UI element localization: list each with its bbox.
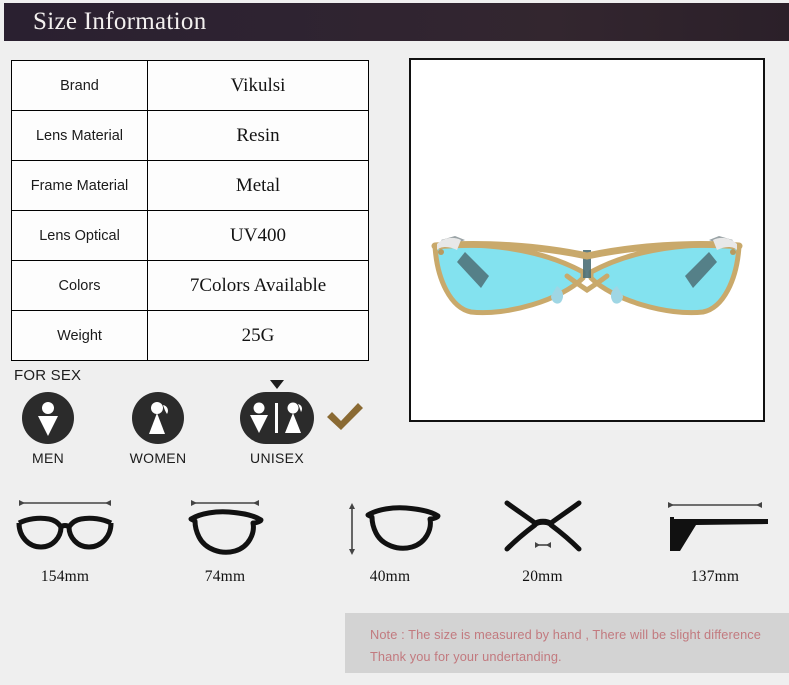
spec-value: Metal xyxy=(147,160,369,211)
measurement-item: 154mm xyxy=(10,490,120,586)
sex-option-label: MEN xyxy=(31,450,64,466)
measurement-label: 20mm xyxy=(522,568,563,585)
spec-key: Colors xyxy=(11,260,148,311)
table-row: Brand Vikulsi xyxy=(11,60,369,111)
measurement-item: 20mm xyxy=(490,490,595,586)
table-row: Lens Optical UV400 xyxy=(11,210,369,261)
measurement-label: 154mm xyxy=(40,568,90,585)
product-image-frame xyxy=(409,58,765,422)
down-triangle-icon xyxy=(270,380,284,389)
for-sex-label: FOR SEX xyxy=(14,367,82,384)
table-row: Colors 7Colors Available xyxy=(11,260,369,311)
bridge-width-icon xyxy=(490,490,595,562)
male-pictogram-icon xyxy=(22,392,74,444)
sunglasses-product-image xyxy=(411,60,763,420)
spec-value: Vikulsi xyxy=(147,60,369,111)
female-pictogram-icon xyxy=(132,392,184,444)
check-mark-icon xyxy=(323,400,367,439)
measurement-item: 137mm xyxy=(655,490,775,586)
spec-key: Weight xyxy=(11,310,148,361)
measurement-label: 137mm xyxy=(690,568,740,585)
note-line-1: Note : The size is measured by hand , Th… xyxy=(370,627,762,642)
measurement-label: 40mm xyxy=(369,568,411,585)
measurement-item: 40mm xyxy=(335,490,445,586)
note-line-2: Thank you for your undertanding. xyxy=(370,649,562,664)
spec-key: Lens Optical xyxy=(11,210,148,261)
spec-key: Brand xyxy=(11,60,148,111)
glasses-front-width-icon xyxy=(10,490,120,562)
header-bar: Size Information xyxy=(4,3,789,41)
table-row: Lens Material Resin xyxy=(11,110,369,161)
spec-value: UV400 xyxy=(147,210,369,261)
sex-option-label: WOMEN xyxy=(129,450,187,466)
measurement-item: 74mm xyxy=(175,490,275,586)
table-row: Weight 25G xyxy=(11,310,369,361)
spec-value: 7Colors Available xyxy=(147,260,369,311)
sex-option-label: UNISEX xyxy=(250,450,304,466)
lens-height-icon xyxy=(335,490,445,562)
measurements-row: 154mm 74mm 40mm 20mm 137mm xyxy=(0,490,789,590)
spec-key: Frame Material xyxy=(11,160,148,211)
unisex-pictogram-icon xyxy=(240,392,314,444)
measurement-label: 74mm xyxy=(204,568,246,585)
temple-length-icon xyxy=(655,490,775,562)
table-row: Frame Material Metal xyxy=(11,160,369,211)
lens-width-icon xyxy=(175,490,275,562)
page-title: Size Information xyxy=(33,8,207,35)
spec-key: Lens Material xyxy=(11,110,148,161)
note-box: Note : The size is measured by hand , Th… xyxy=(345,613,789,673)
spec-value: 25G xyxy=(147,310,369,361)
specification-table: Brand Vikulsi Lens Material Resin Frame … xyxy=(11,60,369,361)
spec-value: Resin xyxy=(147,110,369,161)
